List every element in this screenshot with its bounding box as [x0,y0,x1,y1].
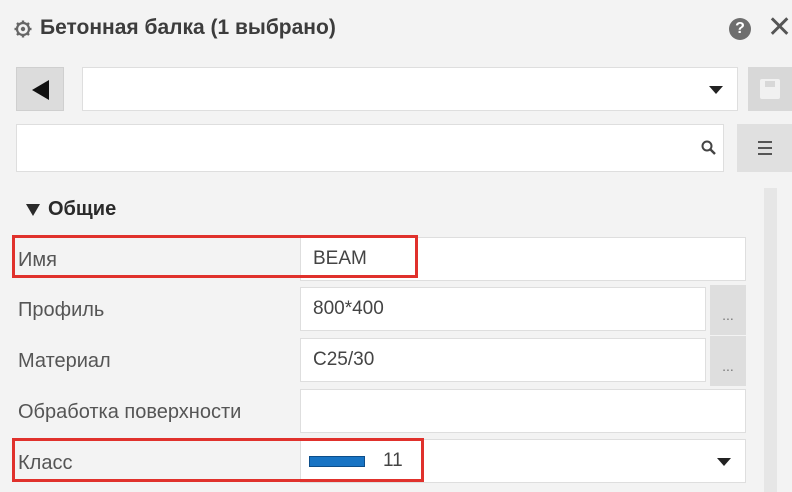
arrow-left-icon [32,80,49,100]
scrollbar[interactable] [764,188,777,492]
floppy-disk-icon [760,79,780,99]
profile-browse-button[interactable]: ... [710,285,746,335]
collapse-arrow-icon [26,203,40,216]
menu-button[interactable] [737,124,792,172]
material-browse-button[interactable]: ... [710,336,746,386]
profile-label: Профиль [18,299,105,321]
chevron-down-icon [717,458,731,466]
surface-treatment-field[interactable] [300,389,746,433]
section-general-header[interactable]: Общие [26,198,116,221]
preset-dropdown[interactable] [82,67,738,111]
property-search[interactable] [16,124,724,172]
gear-icon [14,20,32,38]
section-title: Общие [48,198,117,220]
highlight-box-class [12,438,424,482]
surface-treatment-label: Обработка поверхности [18,401,242,423]
chevron-down-icon [709,86,723,94]
material-field[interactable]: C25/30 [300,338,706,382]
search-input[interactable] [17,125,677,171]
panel-title: Бетонная балка (1 выбрано) [40,16,336,39]
search-icon[interactable] [700,139,718,157]
help-icon[interactable]: ? [729,18,751,40]
close-icon[interactable]: ✕ [767,10,792,46]
highlight-box-name [12,235,418,278]
panel-titlebar: Бетонная балка (1 выбрано) ? ✕ [0,0,792,56]
material-label: Материал [18,350,111,372]
profile-field[interactable]: 800*400 [300,287,706,331]
back-button[interactable] [16,67,64,111]
save-preset-button[interactable] [748,67,792,111]
